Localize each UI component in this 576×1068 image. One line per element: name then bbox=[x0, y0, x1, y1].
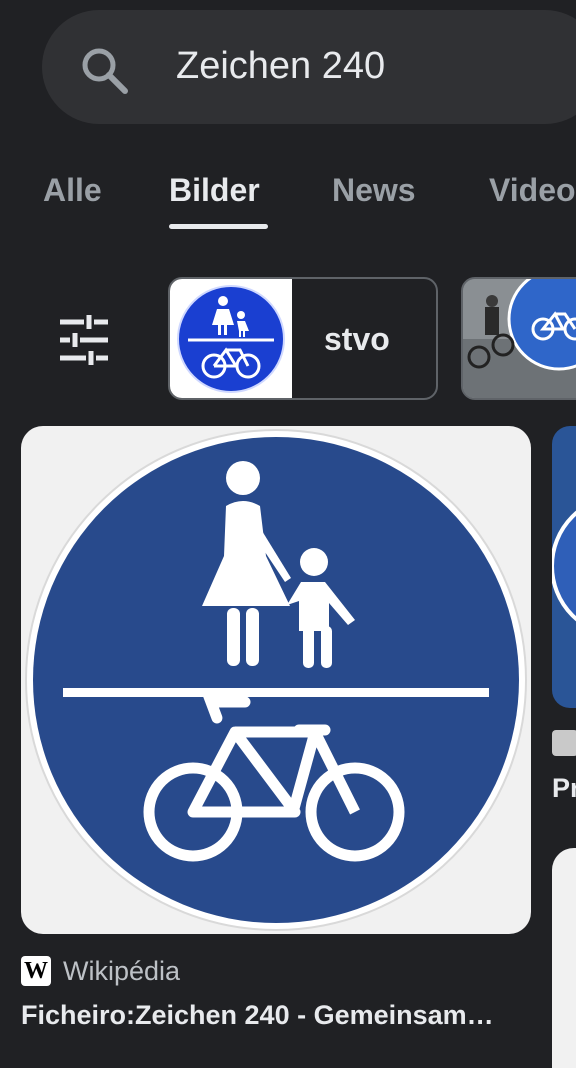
search-icon[interactable] bbox=[78, 44, 130, 96]
tab-alle[interactable]: Alle bbox=[43, 168, 102, 212]
filter-chip-photo[interactable] bbox=[461, 277, 576, 400]
filter-chip-stvo[interactable]: stvo bbox=[168, 277, 438, 400]
partial-sign-image bbox=[552, 510, 576, 622]
tab-bilder[interactable]: Bilder bbox=[169, 168, 260, 212]
tune-icon[interactable] bbox=[56, 312, 112, 368]
tab-videos[interactable]: Video bbox=[489, 168, 576, 212]
search-input[interactable]: Zeichen 240 bbox=[176, 40, 385, 92]
zeichen-240-sign-image bbox=[25, 429, 527, 931]
chip-thumbnail bbox=[170, 279, 292, 398]
image-result-card-partial-2[interactable] bbox=[552, 848, 576, 1068]
image-result-card[interactable] bbox=[21, 426, 531, 934]
chip-label: stvo bbox=[324, 321, 390, 357]
result-title-partial[interactable]: Pr bbox=[552, 773, 576, 804]
source-name: Wikipédia bbox=[63, 956, 181, 986]
active-tab-indicator bbox=[169, 224, 268, 229]
tab-news[interactable]: News bbox=[332, 168, 416, 212]
tab-bar: Alle Bilder News Video bbox=[0, 160, 576, 230]
source-favicon-partial bbox=[552, 730, 576, 756]
wikipedia-w-icon: W bbox=[21, 956, 51, 986]
result-source: W Wikipédia bbox=[21, 955, 180, 987]
image-result-card-partial[interactable] bbox=[552, 426, 576, 708]
result-title[interactable]: Ficheiro:Zeichen 240 - Gemeinsam… bbox=[21, 998, 511, 1032]
shared-path-sign-icon bbox=[177, 285, 285, 393]
cyclist-photo-thumbnail bbox=[463, 279, 576, 398]
